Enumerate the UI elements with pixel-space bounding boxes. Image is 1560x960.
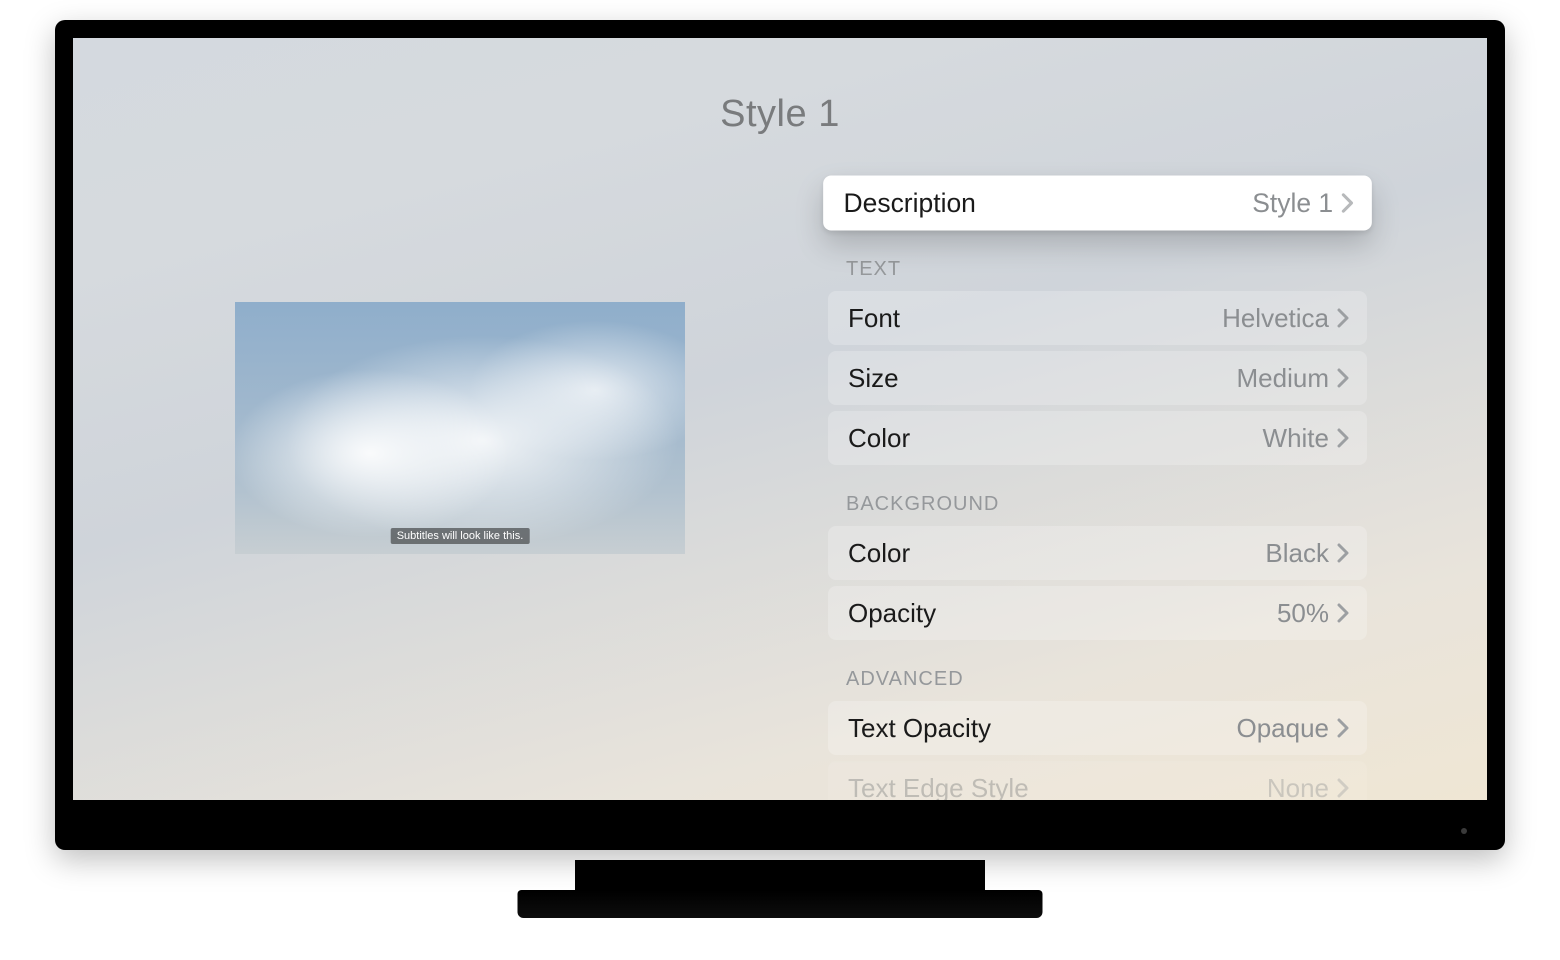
row-label: Opacity (848, 598, 936, 629)
row-label: Font (848, 303, 900, 334)
tv-frame: Style 1 Subtitles will look like this. D… (55, 20, 1505, 850)
row-label: Text Opacity (848, 713, 991, 744)
row-label: Text Edge Style (848, 773, 1029, 801)
row-value: None (1267, 773, 1349, 801)
row-size[interactable]: Size Medium (828, 351, 1367, 405)
section-header-advanced: ADVANCED (828, 658, 1367, 701)
row-background-color[interactable]: Color Black (828, 526, 1367, 580)
screen: Style 1 Subtitles will look like this. D… (73, 38, 1487, 800)
settings-list: Description Style 1 TEXT Font Helvetica (828, 176, 1367, 800)
section-advanced: ADVANCED Text Opacity Opaque Text Edge S… (828, 658, 1367, 800)
section-header-text: TEXT (828, 248, 1367, 291)
row-label: Description (844, 187, 976, 219)
row-label: Size (848, 363, 899, 394)
section-background: BACKGROUND Color Black Opacity 50% (828, 483, 1367, 640)
subtitle-preview: Subtitles will look like this. (235, 302, 685, 554)
row-text-opacity[interactable]: Text Opacity Opaque (828, 701, 1367, 755)
chevron-right-icon (1337, 308, 1349, 328)
row-value: White (1263, 423, 1349, 454)
row-background-opacity[interactable]: Opacity 50% (828, 586, 1367, 640)
tv-power-indicator (1461, 828, 1467, 834)
chevron-right-icon (1337, 778, 1349, 798)
chevron-right-icon (1341, 193, 1353, 213)
row-value: Opaque (1236, 713, 1349, 744)
subtitle-sample-text: Subtitles will look like this. (391, 528, 530, 544)
section-header-background: BACKGROUND (828, 483, 1367, 526)
row-font[interactable]: Font Helvetica (828, 291, 1367, 345)
row-label: Color (848, 538, 910, 569)
row-value: 50% (1277, 598, 1349, 629)
chevron-right-icon (1337, 603, 1349, 623)
tv-stand (575, 860, 985, 890)
row-text-edge-style[interactable]: Text Edge Style None (828, 761, 1367, 800)
tv-stand-base (518, 890, 1043, 918)
row-description[interactable]: Description Style 1 (823, 176, 1372, 231)
page-title: Style 1 (73, 93, 1487, 136)
row-label: Color (848, 423, 910, 454)
row-value: Style 1 (1252, 187, 1353, 219)
row-value: Helvetica (1222, 303, 1349, 334)
row-value: Black (1265, 538, 1349, 569)
chevron-right-icon (1337, 543, 1349, 563)
row-value: Medium (1237, 363, 1349, 394)
section-text: TEXT Font Helvetica Size Medium (828, 248, 1367, 465)
chevron-right-icon (1337, 428, 1349, 448)
chevron-right-icon (1337, 368, 1349, 388)
chevron-right-icon (1337, 718, 1349, 738)
row-text-color[interactable]: Color White (828, 411, 1367, 465)
